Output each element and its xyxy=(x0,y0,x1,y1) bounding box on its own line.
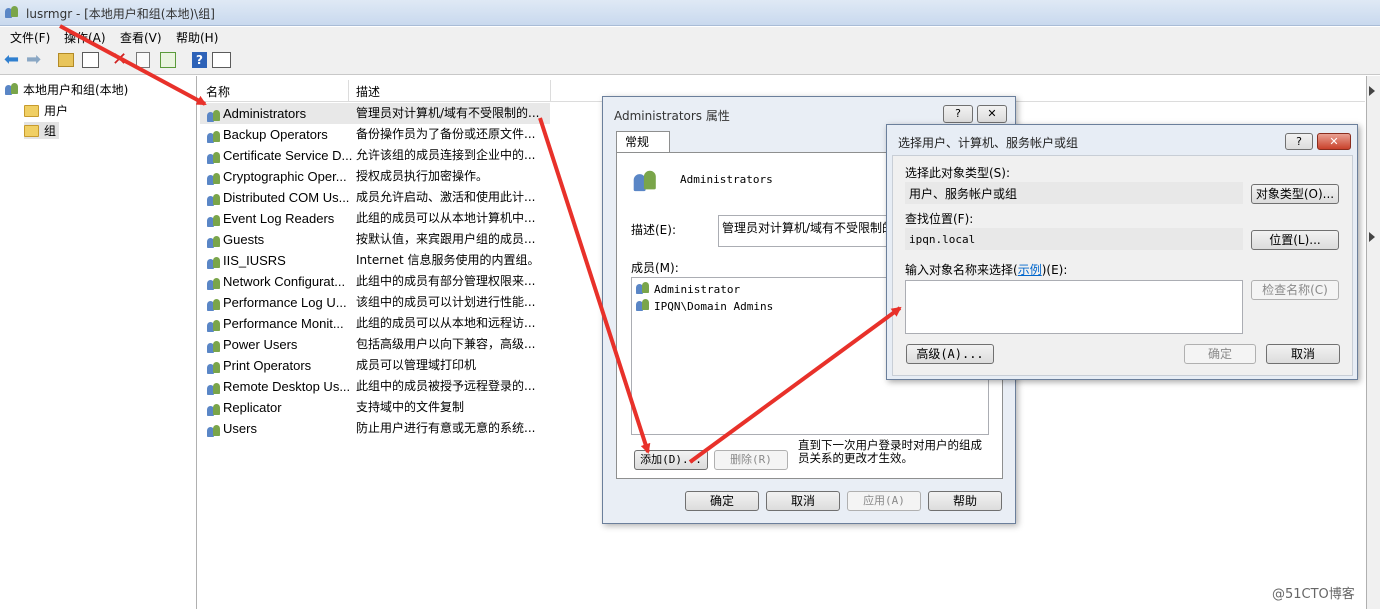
watermark: @51CTO博客 xyxy=(1272,587,1355,602)
arrow-to-names-input xyxy=(688,306,902,464)
arrow-to-administrators xyxy=(59,24,207,106)
arrow-to-add-button xyxy=(538,117,651,454)
annotation-arrows xyxy=(59,24,902,464)
